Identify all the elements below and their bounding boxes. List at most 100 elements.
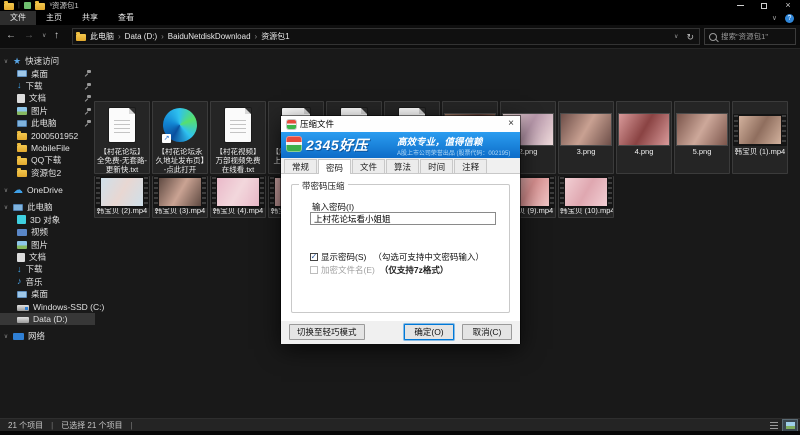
search-input[interactable] xyxy=(721,32,791,41)
video-frame xyxy=(739,116,781,144)
haozip-ad-banner[interactable]: 2345好压 高效专业，值得信赖 A股上市公司荣誉出品 (股票代码：002195… xyxy=(281,132,520,158)
ok-button[interactable]: 确定(O) xyxy=(404,324,454,340)
show-password-label: 显示密码(S) xyxy=(321,251,366,263)
video-frame xyxy=(565,178,607,206)
sidebar-item[interactable]: 文档 xyxy=(0,251,95,263)
dialog-tab[interactable]: 常规 xyxy=(284,159,317,173)
breadcrumb-item[interactable]: 资源包1 xyxy=(257,31,293,42)
dialog-tab[interactable]: 时间 xyxy=(420,159,453,173)
file-item[interactable]: 【村花视频】万部视频免费在线看.txt xyxy=(210,101,266,174)
sidebar-item[interactable]: 文档 xyxy=(0,92,95,104)
sidebar-item[interactable]: 3D 对象 xyxy=(0,214,95,226)
sidebar-item-label: Windows-SSD (C:) xyxy=(33,301,104,313)
sidebar-item[interactable]: 2000501952 xyxy=(0,129,95,141)
sidebar-item[interactable]: QQ下载 xyxy=(0,154,95,166)
address-dropdown-icon[interactable]: ∨ xyxy=(674,33,678,40)
filmstrip-holes xyxy=(608,177,612,207)
refresh-icon[interactable]: ↻ xyxy=(686,32,694,42)
dialog-tab[interactable]: 密码 xyxy=(318,159,351,174)
password-input[interactable] xyxy=(310,212,496,225)
pc-icon xyxy=(17,120,27,127)
breadcrumb-item[interactable]: BaiduNetdiskDownload xyxy=(164,32,255,41)
haozip-sub-slogan: A股上市公司荣誉出品 (股票代码：002195) xyxy=(397,147,510,156)
file-item[interactable]: 3.png xyxy=(558,101,614,174)
text-file-icon xyxy=(225,108,251,142)
help-icon[interactable]: ? xyxy=(785,14,794,23)
sidebar-item[interactable]: Windows-SSD (C:) xyxy=(0,300,95,312)
sidebar-item[interactable]: ↓下载 xyxy=(0,80,95,92)
dialog-title-bar[interactable]: 压缩文件 × xyxy=(281,116,520,132)
file-item[interactable]: 韩宝贝 (10).mp4 xyxy=(558,176,614,218)
sidebar-item[interactable]: ∨★快速访问 xyxy=(0,55,95,67)
encrypt-names-label: 加密文件名(E) xyxy=(321,264,375,276)
dialog-close-icon[interactable]: × xyxy=(508,116,514,132)
file-item[interactable]: ↗【村花论坛永久地址发布页】-点此打开 xyxy=(152,101,208,174)
haozip-logo-icon xyxy=(286,136,302,152)
file-item[interactable]: 韩宝贝 (4).mp4 xyxy=(210,176,266,218)
back-icon[interactable]: ← xyxy=(6,29,16,43)
dialog-tab[interactable]: 文件 xyxy=(352,159,385,173)
pin-icon xyxy=(85,70,91,76)
file-name: 【村花论坛永久地址发布页】-点此打开 xyxy=(153,148,207,174)
dialog-tab[interactable]: 算法 xyxy=(386,159,419,173)
breadcrumb-item[interactable]: Data (D:) xyxy=(121,32,161,41)
list-view-icon[interactable] xyxy=(767,420,781,431)
show-password-row[interactable]: ✓ 显示密码(S) （勾选可支持中文密码输入） xyxy=(310,251,484,263)
sidebar-item[interactable]: 图片 xyxy=(0,105,95,117)
file-item[interactable]: 韩宝贝 (3).mp4 xyxy=(152,176,208,218)
file-item[interactable]: 韩宝贝 (2).mp4 xyxy=(94,176,150,218)
sidebar-item[interactable]: ∨网络 xyxy=(0,330,95,342)
menu-tab[interactable]: 文件 xyxy=(0,11,36,25)
sidebar-item[interactable]: ♪音乐 xyxy=(0,276,95,288)
chevron-icon[interactable]: ∨ xyxy=(3,187,9,194)
search-box[interactable] xyxy=(704,28,796,45)
file-item[interactable]: 4.png xyxy=(616,101,672,174)
sidebar-item[interactable]: 桌面 xyxy=(0,67,95,79)
file-item[interactable]: 5.png xyxy=(674,101,730,174)
filmstrip-holes xyxy=(202,177,206,207)
properties-icon[interactable] xyxy=(24,2,31,9)
recent-locations-icon[interactable]: ∨ xyxy=(42,32,46,39)
address-bar: ← → ∨ ↑ 此电脑›Data (D:)›BaiduNetdiskDownlo… xyxy=(0,25,800,48)
sidebar-item[interactable]: 资源包2 xyxy=(0,167,95,179)
cancel-button[interactable]: 取消(C) xyxy=(462,324,512,340)
sidebar-item[interactable]: 视频 xyxy=(0,226,95,238)
haozip-logo-text: 2345好压 xyxy=(306,135,368,155)
minimize-button[interactable] xyxy=(728,0,752,11)
new-folder-icon[interactable] xyxy=(35,3,45,10)
close-button[interactable]: × xyxy=(776,0,800,11)
lite-mode-button[interactable]: 切换至轻巧模式 xyxy=(289,324,365,340)
text-file-icon xyxy=(109,108,135,142)
show-password-checkbox[interactable]: ✓ xyxy=(310,253,318,261)
up-icon[interactable]: ↑ xyxy=(54,29,59,43)
dialog-tab[interactable]: 注释 xyxy=(454,159,487,173)
status-bar: 21 个项目 | 已选择 21 个项目 | xyxy=(0,418,800,431)
sidebar-item[interactable]: ∨此电脑 xyxy=(0,201,95,213)
chevron-icon[interactable]: ∨ xyxy=(3,204,9,211)
chevron-icon[interactable]: ∨ xyxy=(3,58,9,65)
sidebar-item[interactable]: ∨☁OneDrive xyxy=(0,184,95,196)
file-item[interactable]: 韩宝贝 (1).mp4 xyxy=(732,101,788,174)
sidebar-item[interactable]: 此电脑 xyxy=(0,117,95,129)
sidebar-item[interactable]: 桌面 xyxy=(0,288,95,300)
sidebar-item[interactable]: MobileFile xyxy=(0,142,95,154)
maximize-button[interactable] xyxy=(752,0,776,11)
forward-icon[interactable]: → xyxy=(24,29,34,43)
thumbnail-view-icon[interactable] xyxy=(783,420,797,431)
sidebar-item[interactable]: Data (D:) xyxy=(0,313,95,325)
menu-tab[interactable]: 主页 xyxy=(36,11,72,25)
sidebar-item[interactable]: ↓下载 xyxy=(0,263,95,275)
pin-icon xyxy=(85,108,91,114)
address-field[interactable]: 此电脑›Data (D:)›BaiduNetdiskDownload›资源包1 … xyxy=(72,28,700,45)
encrypt-names-checkbox[interactable] xyxy=(310,266,318,274)
sidebar-item[interactable]: 图片 xyxy=(0,238,95,250)
menu-tab[interactable]: 共享 xyxy=(72,11,108,25)
menu-tab[interactable]: 查看 xyxy=(108,11,144,25)
show-password-hint: （勾选可支持中文密码输入） xyxy=(373,251,484,263)
chevron-icon[interactable]: ∨ xyxy=(3,333,9,340)
breadcrumb-item[interactable]: 此电脑 xyxy=(86,31,118,42)
ribbon-collapse-icon[interactable]: ∨ xyxy=(772,14,777,22)
drivec-icon xyxy=(17,305,29,311)
file-name: 5.png xyxy=(675,148,729,157)
file-item[interactable]: 【村花论坛】全免费-无套路-更新快.txt xyxy=(94,101,150,174)
